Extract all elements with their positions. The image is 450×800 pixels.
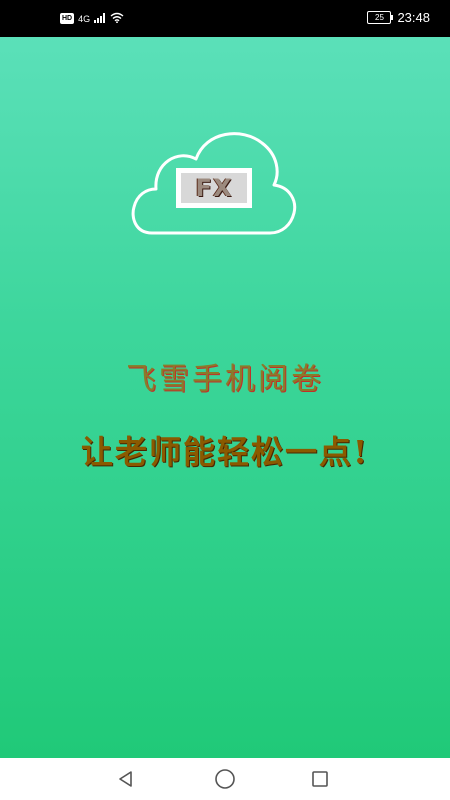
network-type-label: 4G	[78, 13, 91, 24]
recents-button[interactable]	[307, 766, 333, 792]
recents-square-icon	[312, 771, 328, 787]
battery-icon: 25	[367, 11, 394, 24]
logo-box: FX	[176, 168, 252, 208]
status-right-group: 25 23:48	[367, 10, 430, 25]
back-button[interactable]	[113, 766, 139, 792]
tagline: 让老师能轻松一点!	[80, 433, 370, 471]
back-triangle-icon	[119, 771, 132, 787]
logo-text: FX	[195, 174, 233, 202]
clock-time: 23:48	[397, 10, 430, 25]
app-logo: FX	[130, 125, 298, 237]
status-left-group: HD 4G	[60, 12, 124, 25]
home-button[interactable]	[212, 766, 238, 792]
navigation-bar	[0, 758, 450, 800]
hd-badge: HD	[60, 13, 75, 24]
home-circle-icon	[215, 769, 235, 789]
signal-icon	[94, 12, 106, 25]
app-name: 飞雪手机阅卷	[126, 362, 324, 397]
wifi-icon	[110, 12, 124, 25]
status-bar: HD 4G 25 23:48	[0, 0, 450, 37]
